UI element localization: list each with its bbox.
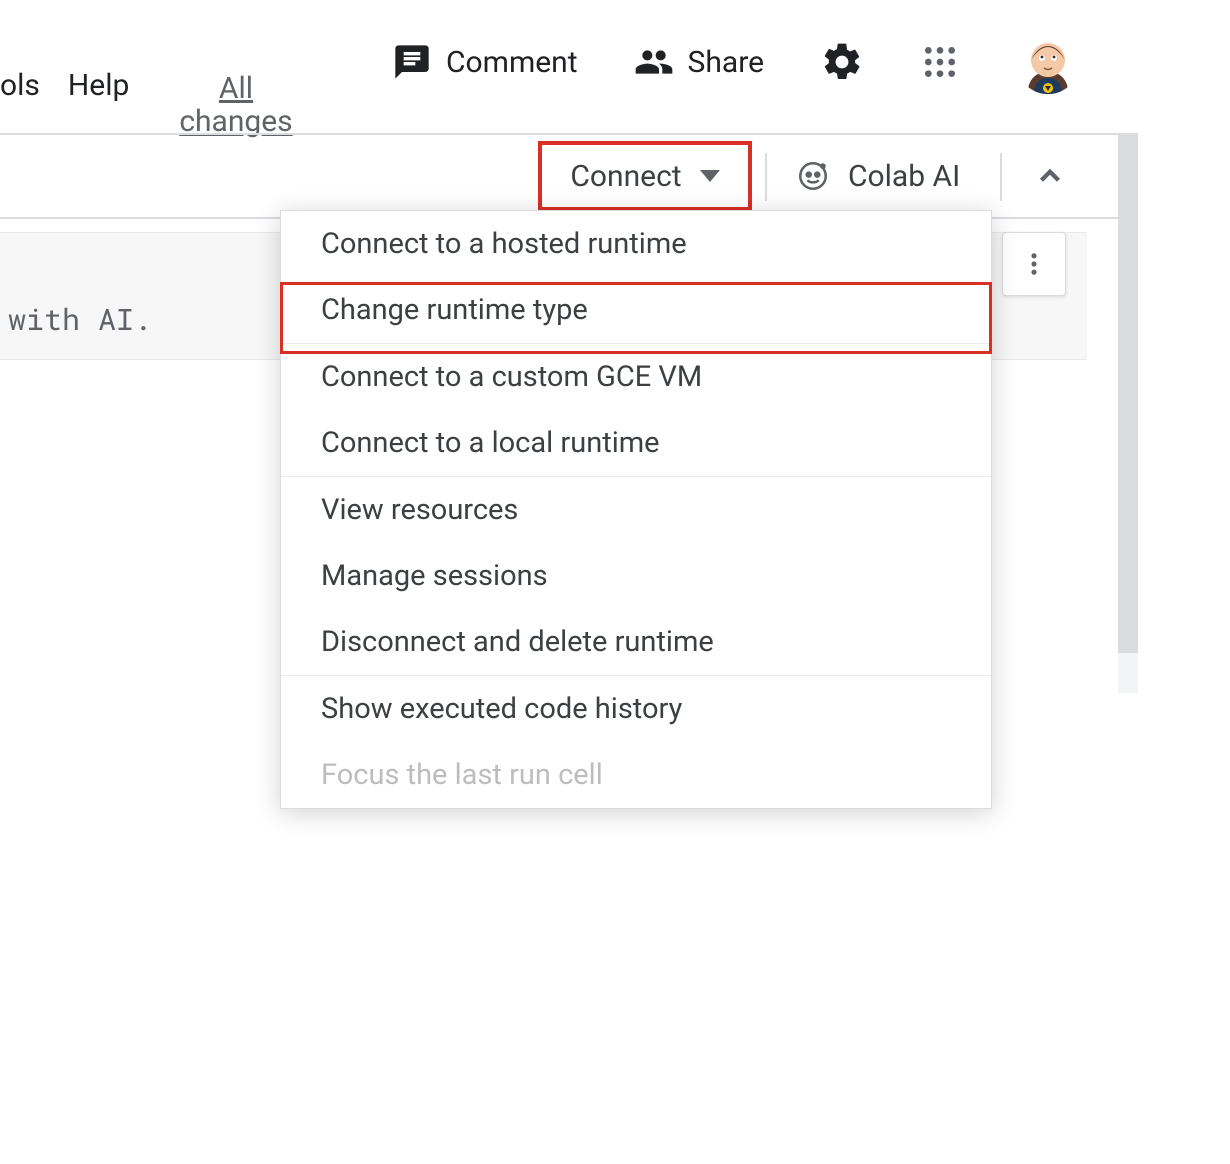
connect-bar: Connect Colab AI <box>0 133 1138 219</box>
comment-label: Comment <box>446 45 578 80</box>
colab-ai-label: Colab AI <box>848 159 960 194</box>
menu-manage-sessions[interactable]: Manage sessions <box>281 543 991 609</box>
connect-button[interactable]: Connect <box>538 141 752 211</box>
menu-connect-local[interactable]: Connect to a local runtime <box>281 410 991 476</box>
top-actions: Comment Share <box>392 30 1080 94</box>
share-button[interactable]: Share <box>634 42 764 82</box>
divider <box>765 153 767 201</box>
people-icon <box>634 42 674 82</box>
menu-view-resources[interactable]: View resources <box>281 477 991 543</box>
menu-code-history[interactable]: Show executed code history <box>281 676 991 742</box>
more-vert-icon <box>1020 250 1048 278</box>
menu-connect-custom-gce[interactable]: Connect to a custom GCE VM <box>281 344 991 410</box>
cell-placeholder-text: with AI. <box>8 300 152 339</box>
all-changes-link[interactable]: Allchanges <box>176 72 296 138</box>
chevron-up-icon <box>1033 159 1067 193</box>
menu-tools[interactable]: ols <box>0 68 40 103</box>
colab-ai-button[interactable]: Colab AI <box>796 133 960 219</box>
divider <box>1000 153 1002 201</box>
menu-focus-last-cell: Focus the last run cell <box>281 742 991 808</box>
comment-button[interactable]: Comment <box>392 42 578 82</box>
menu-bar: ols Help <box>0 68 129 103</box>
connect-dropdown: Connect to a hosted runtime Change runti… <box>280 210 992 809</box>
menu-change-runtime-type[interactable]: Change runtime type <box>281 277 991 343</box>
apps-icon[interactable] <box>920 42 960 82</box>
comment-icon <box>392 42 432 82</box>
chevron-down-icon <box>700 170 720 182</box>
share-label: Share <box>688 45 764 80</box>
connect-label: Connect <box>570 159 681 194</box>
spark-icon <box>796 159 830 193</box>
cell-more-button[interactable] <box>1002 232 1066 296</box>
menu-help[interactable]: Help <box>68 68 129 103</box>
collapse-button[interactable] <box>1020 133 1080 219</box>
menu-disconnect-delete[interactable]: Disconnect and delete runtime <box>281 609 991 675</box>
gear-icon[interactable] <box>820 40 864 84</box>
scrollbar-thumb[interactable] <box>1118 133 1138 653</box>
menu-connect-hosted[interactable]: Connect to a hosted runtime <box>281 211 991 277</box>
avatar[interactable] <box>1016 30 1080 94</box>
